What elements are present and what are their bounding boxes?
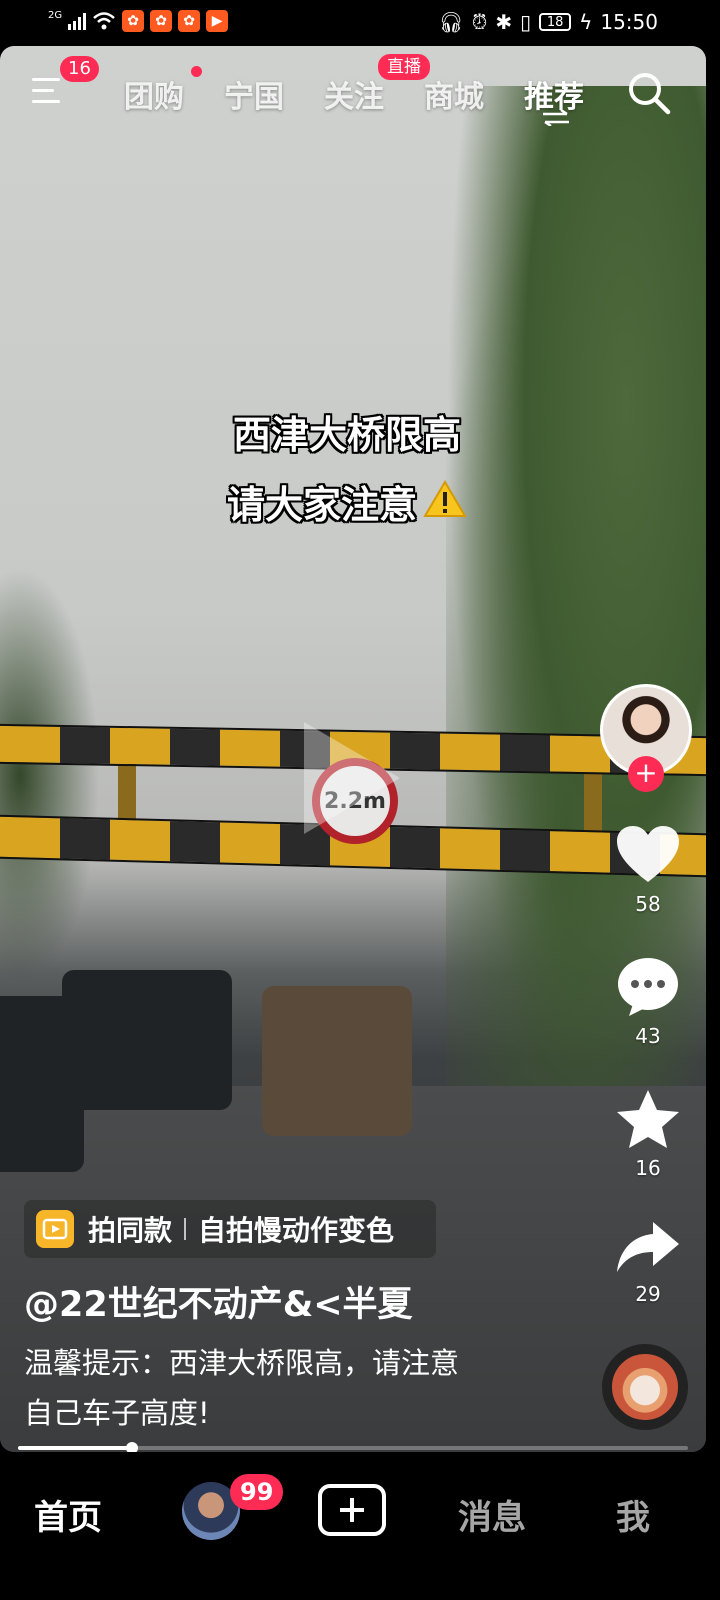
- video-scene-trees: [0, 566, 100, 986]
- live-badge: 直播: [378, 54, 430, 80]
- status-left: 2G ✿ ✿ ✿ ▶: [48, 9, 229, 32]
- wifi-icon: [93, 12, 115, 30]
- author-avatar-wrap[interactable]: +: [600, 684, 692, 792]
- share-icon[interactable]: [615, 1218, 681, 1276]
- tab-group-buy-dot: [191, 66, 202, 77]
- bluetooth-icon: ✱: [495, 10, 513, 34]
- heart-icon[interactable]: [615, 824, 681, 886]
- menu-badge: 16: [60, 56, 99, 82]
- tab-me[interactable]: 我: [616, 1490, 650, 1539]
- video-caption-line2: 请大家注意: [0, 474, 700, 529]
- divider: [184, 1218, 187, 1240]
- bottom-tab-bar: 首页 99 消息 我: [0, 1452, 706, 1568]
- warning-icon: [423, 480, 467, 517]
- vibrate-icon: ▯: [520, 10, 532, 34]
- app-notification-icon: ✿: [178, 10, 201, 32]
- top-nav: 16 团购 宁国 关注 直播 商城 推荐: [0, 50, 706, 130]
- switch-icon: [543, 110, 569, 126]
- status-bar: 2G ✿ ✿ ✿ ▶ 🎧︎ ⏰︎ ✱ ▯ 18 ϟ 15:50: [0, 0, 706, 46]
- network-type: 2G: [48, 9, 63, 21]
- follow-button[interactable]: +: [628, 756, 664, 792]
- create-button[interactable]: [318, 1484, 386, 1536]
- share-action[interactable]: 29: [606, 1218, 690, 1306]
- same-style-effect: 自拍慢动作变色: [198, 1214, 395, 1247]
- alarm-icon: ⏰︎: [471, 10, 488, 34]
- music-disc[interactable]: [602, 1344, 688, 1430]
- star-icon[interactable]: [615, 1088, 681, 1150]
- tab-messages[interactable]: 消息: [458, 1490, 526, 1539]
- menu-icon[interactable]: [32, 78, 66, 108]
- video-caption-line1: 西津大桥限高: [232, 413, 461, 457]
- tab-local[interactable]: 宁国: [224, 72, 284, 116]
- charging-icon: ϟ: [579, 10, 593, 34]
- comment-action[interactable]: 43: [606, 956, 690, 1048]
- video-app-icon: ▶: [206, 10, 229, 32]
- same-style-label: 拍同款: [88, 1214, 173, 1247]
- same-style-button[interactable]: 拍同款 自拍慢动作变色: [24, 1200, 436, 1258]
- friends-badge: 99: [230, 1474, 284, 1510]
- author-name[interactable]: @22世纪不动产&<半夏: [24, 1276, 413, 1327]
- play-icon: [304, 722, 400, 834]
- search-icon[interactable]: [626, 70, 672, 116]
- video-description-line1: 温馨提示：西津大桥限高，请注意: [24, 1346, 460, 1380]
- same-style-icon: [36, 1210, 74, 1248]
- headphones-icon: 🎧︎: [438, 10, 464, 34]
- tab-mall[interactable]: 商城: [424, 72, 484, 116]
- video-scene-car: [0, 996, 84, 1172]
- comment-count: 43: [635, 1024, 661, 1048]
- caption-text: 请大家注意: [226, 483, 417, 527]
- video-scene-truck: [262, 986, 412, 1136]
- tab-following[interactable]: 关注: [324, 72, 384, 116]
- tab-group-buy[interactable]: 团购: [124, 72, 184, 116]
- progress-bar[interactable]: [18, 1442, 688, 1454]
- favorite-action[interactable]: 16: [606, 1088, 690, 1180]
- like-count: 58: [635, 892, 661, 916]
- video-description-line2: 自己车子高度!: [24, 1396, 210, 1430]
- like-action[interactable]: 58: [606, 824, 690, 916]
- favorite-count: 16: [635, 1156, 661, 1180]
- clock: 15:50: [600, 10, 658, 34]
- status-right: 🎧︎ ⏰︎ ✱ ▯ 18 ϟ 15:50: [438, 10, 658, 34]
- progress-fill: [18, 1446, 132, 1450]
- share-count: 29: [635, 1282, 661, 1306]
- signal-icon: [68, 12, 87, 30]
- video-scene-car: [62, 970, 232, 1110]
- comment-icon[interactable]: [615, 956, 681, 1018]
- app-notification-icon: ✿: [122, 10, 145, 32]
- battery-icon: 18: [539, 13, 572, 31]
- tab-home[interactable]: 首页: [34, 1490, 102, 1539]
- plus-icon: [340, 1498, 364, 1522]
- app-notification-icon: ✿: [150, 10, 173, 32]
